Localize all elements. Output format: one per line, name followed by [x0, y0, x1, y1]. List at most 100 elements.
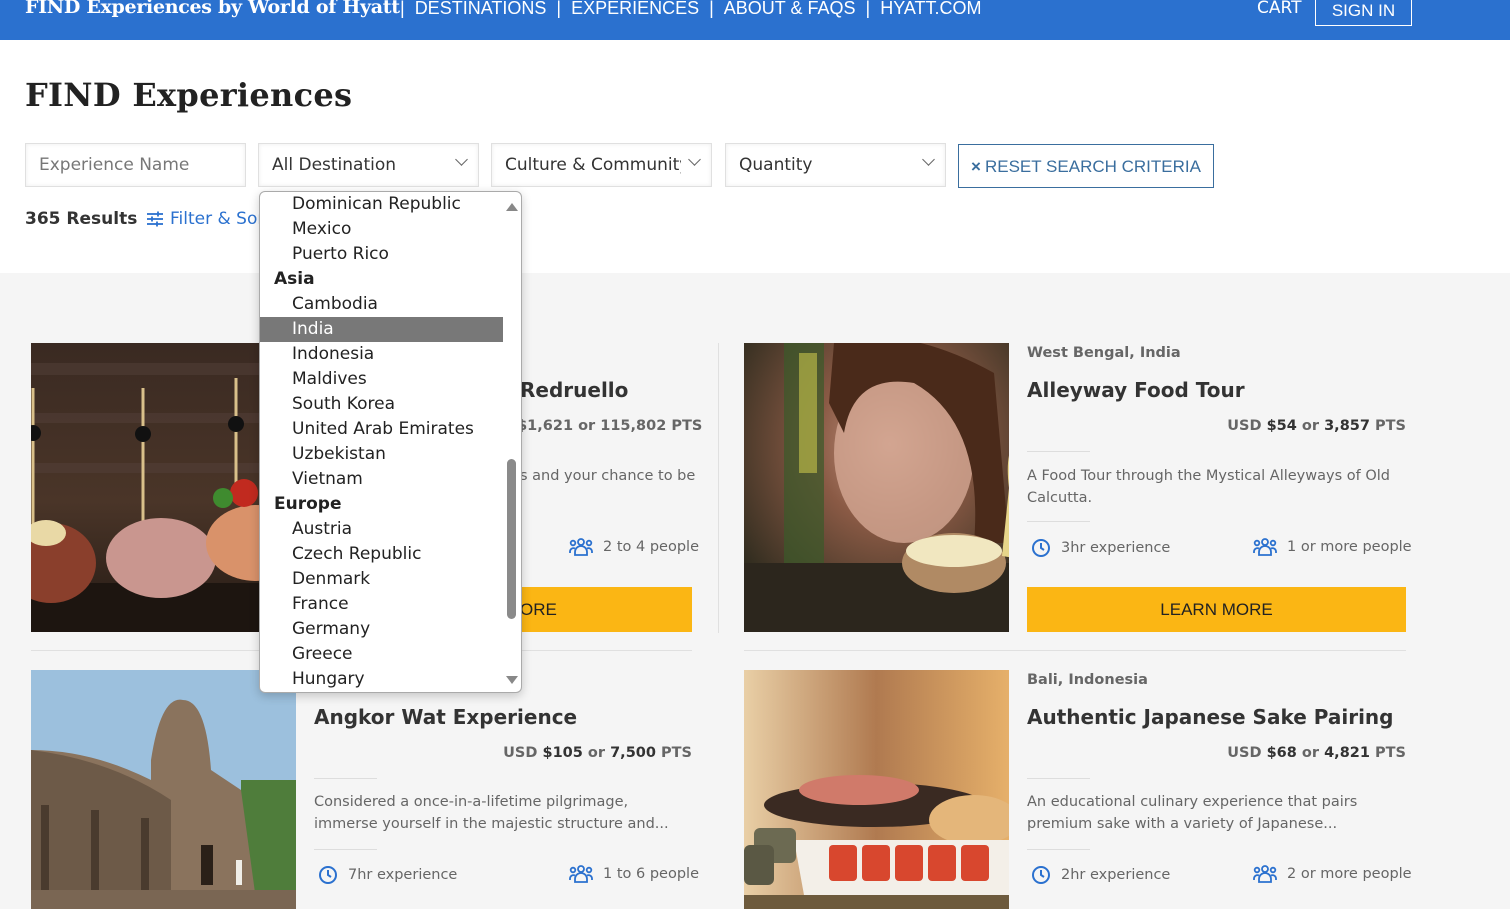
dropdown-option[interactable]: Vietnam	[260, 467, 503, 492]
experience-duration: 3hr experience	[1031, 538, 1170, 558]
nav-link-hyatt[interactable]: HYATT.COM	[880, 0, 981, 19]
experience-price: USD $105 or 7,500 PTS	[314, 745, 692, 761]
dropdown-option[interactable]: Denmark	[260, 567, 503, 592]
experience-image-tapas[interactable]	[31, 343, 296, 632]
experience-duration: 7hr experience	[318, 865, 457, 885]
nav-link-about-faqs[interactable]: ABOUT & FAQS	[724, 0, 856, 19]
people-count: 2 to 4 people	[569, 538, 699, 556]
dropdown-option[interactable]: Mexico	[260, 217, 503, 242]
price-points: 7,500	[610, 745, 656, 761]
divider	[1027, 521, 1090, 522]
dropdown-scrollbar[interactable]	[505, 192, 518, 692]
experience-image-sake[interactable]	[744, 670, 1009, 909]
people-icon	[569, 538, 593, 556]
reset-search-button[interactable]: × RESET SEARCH CRITERIA	[958, 144, 1214, 188]
dropdown-option[interactable]: Hungary	[260, 667, 503, 692]
quantity-select[interactable]: Quantity	[725, 143, 946, 187]
top-nav: FIND Experiences by World of Hyatt | DES…	[0, 0, 1510, 40]
experience-title[interactable]: Alleyway Food Tour	[1027, 378, 1245, 402]
experience-price: USD $54 or 3,857 PTS	[1027, 418, 1406, 434]
dropdown-group-label: Europe	[274, 494, 342, 514]
dropdown-option[interactable]: Greece	[260, 642, 503, 667]
sign-in-button[interactable]: SIGN IN	[1315, 0, 1412, 26]
dropdown-option[interactable]: South Korea	[260, 392, 503, 417]
price-usd: $105	[542, 745, 583, 761]
scroll-down-arrow-icon[interactable]	[506, 676, 518, 684]
nav-link-destinations[interactable]: DESTINATIONS	[415, 0, 547, 19]
category-select[interactable]: Culture & Community	[491, 143, 712, 187]
dropdown-option[interactable]: Maldives	[260, 367, 503, 392]
experience-title[interactable]: Authentic Japanese Sake Pairing	[1027, 705, 1393, 729]
results-count: 365 Results	[25, 209, 138, 229]
experience-image-alleyway[interactable]	[744, 343, 1009, 632]
price-points: 4,821	[1324, 745, 1370, 761]
dropdown-option[interactable]: India	[260, 317, 503, 342]
clock-icon	[319, 866, 337, 884]
dropdown-option[interactable]: Austria	[260, 517, 503, 542]
price-or: or	[1301, 418, 1320, 434]
experience-name-input[interactable]: Experience Name	[25, 143, 246, 187]
nav-separator: |	[400, 0, 405, 18]
nav-separator: |	[709, 0, 714, 18]
scroll-up-arrow-icon[interactable]	[506, 203, 518, 211]
filter-sort-button[interactable]: Filter & Sort	[146, 209, 271, 229]
destination-dropdown-list[interactable]: Dominican Republic Mexico Puerto Rico Asia C…	[259, 191, 522, 693]
nav-link-experiences[interactable]: EXPERIENCES	[571, 0, 699, 19]
dropdown-option[interactable]: Indonesia	[260, 342, 503, 367]
experience-price: D $1,621 or 115,802 PTS	[500, 418, 703, 434]
people-icon	[1253, 865, 1277, 883]
people-icon	[1253, 538, 1277, 556]
experience-title[interactable]: Redruello	[520, 378, 628, 402]
price-or: or	[1301, 745, 1320, 761]
nav-links: | DESTINATIONS | EXPERIENCES | ABOUT & F…	[390, 0, 982, 19]
points-label: PTS	[1375, 418, 1406, 434]
experience-description: An educational culinary experience that …	[1027, 794, 1358, 832]
people-icon	[569, 865, 593, 883]
duration-label: 7hr experience	[348, 867, 458, 883]
price-or: or	[587, 745, 606, 761]
experience-location: West Bengal, India	[1027, 345, 1181, 361]
price-currency: USD	[1227, 418, 1262, 434]
people-count-label: 2 to 4 people	[603, 539, 699, 555]
dropdown-option[interactable]: Cambodia	[260, 292, 503, 317]
divider	[1027, 451, 1090, 452]
experience-title[interactable]: Angkor Wat Experience	[314, 705, 577, 729]
dropdown-option[interactable]: Czech Republic	[260, 542, 503, 567]
dropdown-option[interactable]: Dominican Republic	[260, 192, 503, 217]
dropdown-option[interactable]: Uzbekistan	[260, 442, 503, 467]
people-count: 2 or more people	[1253, 865, 1412, 883]
dropdown-option[interactable]: Germany	[260, 617, 503, 642]
people-count: 1 to 6 people	[569, 865, 699, 883]
destination-select-value: All Destination	[272, 155, 397, 175]
destination-select[interactable]: All Destination	[258, 143, 479, 187]
category-select-value: Culture & Community	[505, 155, 681, 175]
experience-description: A Food Tour through the Mystical Alleywa…	[1027, 468, 1390, 506]
dropdown-option[interactable]: Puerto Rico	[260, 242, 503, 267]
divider	[1027, 778, 1090, 779]
learn-more-button[interactable]: ORE	[510, 587, 692, 632]
scrollbar-thumb[interactable]	[507, 459, 516, 619]
chevron-down-icon	[922, 153, 935, 166]
learn-more-button[interactable]: LEARN MORE	[1027, 587, 1406, 632]
price-currency: USD	[503, 745, 538, 761]
dropdown-option[interactable]: United Arab Emirates	[260, 417, 503, 442]
people-count-label: 1 or more people	[1287, 539, 1412, 555]
divider	[314, 849, 377, 850]
people-count-label: 2 or more people	[1287, 866, 1412, 882]
filter-sort-label: Filter & Sort	[170, 209, 272, 229]
duration-label: 3hr experience	[1061, 540, 1171, 556]
brand-logo[interactable]: FIND Experiences by World of Hyatt	[25, 0, 400, 18]
price-points: 3,857	[1324, 418, 1370, 434]
reset-search-label: RESET SEARCH CRITERIA	[984, 156, 1201, 176]
column-divider	[718, 343, 719, 633]
dropdown-option[interactable]: France	[260, 592, 503, 617]
search-header: FIND Experiences Experience Name All Des…	[0, 40, 1510, 273]
dropdown-group-label: Asia	[274, 269, 315, 289]
price-usd: $54	[1266, 418, 1297, 434]
experience-description: Considered a once-in-a-lifetime pilgrima…	[314, 794, 669, 832]
price-usd: $68	[1266, 745, 1297, 761]
cart-link[interactable]: CART	[1257, 0, 1301, 18]
sliders-icon	[147, 211, 163, 227]
experience-image-angkor-wat[interactable]	[31, 670, 296, 909]
price-currency: USD	[1227, 745, 1262, 761]
